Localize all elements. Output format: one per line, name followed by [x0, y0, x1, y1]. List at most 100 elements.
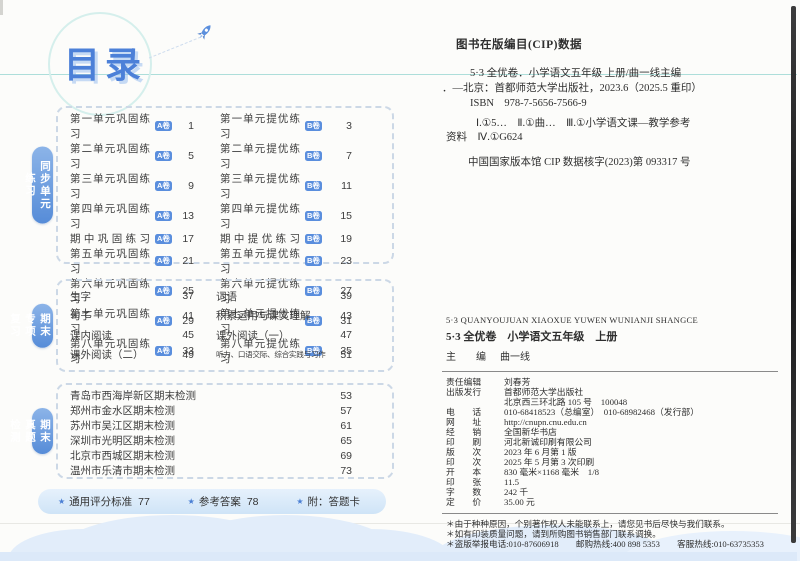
- paper-badge: A卷: [155, 121, 172, 131]
- footer-label: 通用评分标准: [69, 496, 133, 508]
- cip-detail-row: 电 话 010-68418523（总编室） 010-68982468（发行部）: [446, 407, 786, 417]
- toc-row: 第三单元巩固练习 A卷 9 第三单元提优练习 B卷 11: [70, 171, 382, 201]
- entry-label: 期中巩固练习: [70, 233, 150, 245]
- cip-record-line: 5·3 全优卷．小学语文五年级 上册/曲一线主编: [470, 68, 682, 79]
- entry-label: 第三单元巩固练习: [70, 173, 150, 200]
- entry-label: 深圳市光明区期末检测: [70, 435, 175, 447]
- toc-row: 北京市西城区期末检测 69: [70, 448, 382, 463]
- cip-record-line: ．—北京：首都师范大学出版社，2023.6（2025.5 重印）: [442, 83, 702, 94]
- detail-value: 首都师范大学出版社: [504, 387, 584, 397]
- toc-row: 青岛市西海岸新区期末检测 53: [70, 388, 382, 403]
- editor-value: 曲一线: [500, 352, 530, 363]
- paper-badge: B卷: [305, 256, 322, 266]
- entry-page: 23: [340, 255, 352, 267]
- entry-page: 41: [182, 309, 194, 322]
- toc-row: 第一单元巩固练习 A卷 1 第一单元提优练习 B卷 3: [70, 111, 382, 141]
- detail-label: 网 址: [446, 417, 482, 427]
- cip-record-block: 5·3 全优卷．小学语文五年级 上册/曲一线主编 ．—北京：首都师范大学出版社，2…: [440, 66, 786, 111]
- entry-label: 第四单元巩固练习: [70, 203, 150, 230]
- cip-detail-row: 印 刷 河北新诚印刷有限公司: [446, 437, 786, 447]
- toc-entry: 第三单元提优练习 B卷 11: [220, 171, 382, 201]
- detail-value: 全国新华书店: [504, 427, 557, 437]
- detail-label: 定 价: [446, 497, 482, 507]
- footer-item: ★ 通用评分标准 77: [58, 494, 150, 509]
- cip-note: ＊盗版举报电话:010-87606918 邮购热线:400 898 5353 客…: [446, 539, 764, 550]
- toc-entry: 第二单元巩固练习 A卷 5: [70, 141, 220, 171]
- cip-detail-row: 责任编辑 刘春芳: [446, 377, 786, 387]
- entry-label: 第四单元提优练习: [220, 203, 300, 230]
- rocket-trail-line: [148, 36, 202, 59]
- entry-label: 积累运用与课文理解: [216, 310, 311, 323]
- detail-value: 11.5: [504, 477, 520, 487]
- entry-page: 9: [188, 180, 194, 192]
- paper-badge: A卷: [155, 256, 172, 266]
- toc-row: 苏州市吴江区期末检测 61: [70, 418, 382, 433]
- cip-registry-number: 中国国家版本馆 CIP 数据核字(2023)第 093317 号: [468, 157, 691, 168]
- entry-label: 第二单元提优练习: [220, 143, 300, 170]
- detail-label: 出版发行: [446, 387, 482, 397]
- entry-page: 11: [341, 180, 352, 192]
- toc-entry: 第三单元巩固练习 A卷 9: [70, 171, 220, 201]
- cip-detail-row: 印 张 11.5: [446, 477, 786, 487]
- cloud-band-decoration: [0, 552, 797, 561]
- entry-page: 1: [188, 120, 194, 132]
- toc-row: 第二单元巩固练习 A卷 5 第二单元提优练习 B卷 7: [70, 141, 382, 171]
- toc-row: 深圳市光明区期末检测 65: [70, 433, 382, 448]
- entry-page: 43: [340, 309, 352, 322]
- entry-page: 7: [346, 150, 352, 162]
- entry-page: 65: [340, 434, 352, 447]
- cip-detail-row: 版 次 2023 年 6 月第 1 版: [446, 447, 786, 457]
- section-tab-final-review: 期末专项复习: [9, 303, 53, 348]
- cip-detail-row: 开 本 830 毫米×1168 毫米 1/8: [446, 467, 786, 477]
- footer-page: 77: [138, 495, 150, 508]
- paper-badge: B卷: [305, 211, 322, 221]
- cip-note: ＊如有印装质量问题，请到所购图书销售部门联系调换。: [446, 529, 661, 540]
- toc-row: 第四单元巩固练习 A卷 13 第四单元提优练习 B卷 15: [70, 201, 382, 231]
- paper-badge: A卷: [155, 151, 172, 161]
- entry-page: 73: [340, 464, 352, 477]
- toc-entry: 第四单元提优练习 B卷 15: [220, 201, 382, 231]
- entry-page: 3: [346, 120, 352, 132]
- entry-label: 词语: [216, 290, 237, 303]
- cip-record-line: ISBN 978-7-5656-7566-9: [470, 98, 587, 109]
- detail-label: 开 本: [446, 467, 482, 477]
- entry-page: 49: [182, 348, 194, 361]
- toc-entry: 第一单元提优练习 B卷 3: [220, 111, 382, 141]
- detail-label: 版 次: [446, 447, 482, 457]
- section-rows: 青岛市西海岸新区期末检测 53 郑州市金水区期末检测 57 苏州市吴江区期末检测 61 深圳…: [58, 385, 392, 478]
- toc-entry: 期中提优练习 B卷 19: [220, 231, 382, 246]
- entry-page: 69: [340, 449, 352, 462]
- cip-classification-block: Ⅰ.①5… Ⅱ.①曲… Ⅲ.①小学语文课—教学参考 资料 Ⅳ.①G624: [440, 117, 786, 145]
- cip-detail-row: 出版发行 首都师范大学出版社: [446, 387, 786, 397]
- entry-page: 13: [182, 210, 194, 222]
- entry-label: 北京市西城区期末检测: [70, 450, 175, 462]
- toc-entry: 第一单元巩固练习 A卷 1: [70, 111, 220, 141]
- section-sync-unit-exercises: 同步单元练习 第一单元巩固练习 A卷 1 第一单元提优练习 B卷 3 第二单元巩固练习 A卷 5…: [24, 106, 394, 365]
- toc-footer-bar: ★ 通用评分标准 77 ★ 参考答案 78 ★ 附：答题卡: [38, 489, 386, 514]
- entry-label: 第五单元巩固练习: [70, 248, 150, 275]
- section-rows: 生字 37 词语 39 句子 41 积累运用与课文理解 43 课内阅读 45 课外阅读（一） 47 课外…: [58, 281, 392, 370]
- entry-label: 课外阅读（二）: [70, 349, 144, 362]
- cip-detail-row: 经 销 全国新华书店: [446, 427, 786, 437]
- detail-value: http://cnupn.cnu.edu.cn: [504, 417, 587, 427]
- entry-label: 课内阅读: [70, 329, 112, 342]
- toc-entry: 第四单元巩固练习 A卷 13: [70, 201, 220, 231]
- entry-page: 47: [340, 329, 352, 342]
- page-title: 目录: [64, 44, 147, 85]
- editor-label: 主 编: [446, 352, 486, 363]
- toc-row: 课外阅读（二） 49 听力、口语交际、综合实践与习作 51: [70, 347, 382, 362]
- entry-page: 15: [340, 210, 352, 222]
- toc-entry: 第五单元巩固练习 A卷 21: [70, 246, 220, 276]
- detail-value: 242 千: [504, 487, 529, 497]
- paper-badge: A卷: [155, 211, 172, 221]
- entry-page: 45: [182, 329, 194, 342]
- entry-label: 生字: [70, 290, 91, 303]
- entry-label: 课外阅读（一）: [216, 329, 290, 342]
- detail-value: 2023 年 6 月第 1 版: [504, 447, 577, 457]
- detail-label: [446, 397, 490, 407]
- entry-label: 青岛市西海岸新区期末检测: [70, 390, 196, 402]
- detail-label: 经 销: [446, 427, 482, 437]
- entry-page: 61: [340, 419, 352, 432]
- cip-detail-row: 网 址 http://cnupn.cnu.edu.cn: [446, 417, 786, 427]
- rocket-icon: [197, 25, 211, 40]
